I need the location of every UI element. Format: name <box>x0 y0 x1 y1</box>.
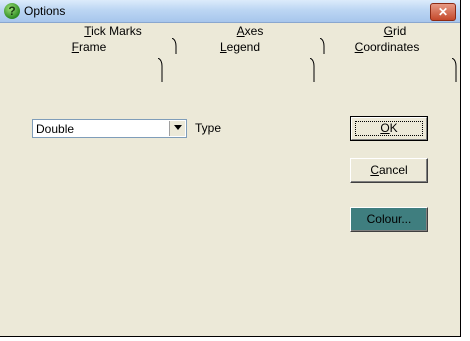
close-button[interactable]: ✕ <box>430 3 456 21</box>
colour-button[interactable]: Colour... <box>350 207 428 232</box>
cancel-button[interactable]: Cancel <box>350 158 428 183</box>
options-dialog: ? Options ✕ Tick Marks Axes Grid Frame L… <box>0 0 461 337</box>
tab-frame[interactable]: Frame <box>24 38 154 56</box>
help-question-icon: ? <box>4 3 20 19</box>
tab-legend[interactable]: Legend <box>170 38 310 56</box>
type-select-value: Double <box>36 122 75 136</box>
type-select[interactable]: Double <box>32 119 187 138</box>
type-label: Type <box>195 121 222 135</box>
tab-coordinates[interactable]: Coordinates <box>322 38 452 56</box>
tab-separator <box>158 58 164 82</box>
tab-separator <box>310 58 316 82</box>
window-title: Options <box>24 4 66 18</box>
chevron-down-icon <box>173 125 182 130</box>
close-x-icon: ✕ <box>437 5 449 19</box>
tab-separator <box>452 58 458 82</box>
title-bar[interactable]: ? Options ✕ <box>0 0 460 23</box>
dropdown-button[interactable] <box>169 121 185 136</box>
ok-button[interactable]: OK <box>350 116 428 141</box>
